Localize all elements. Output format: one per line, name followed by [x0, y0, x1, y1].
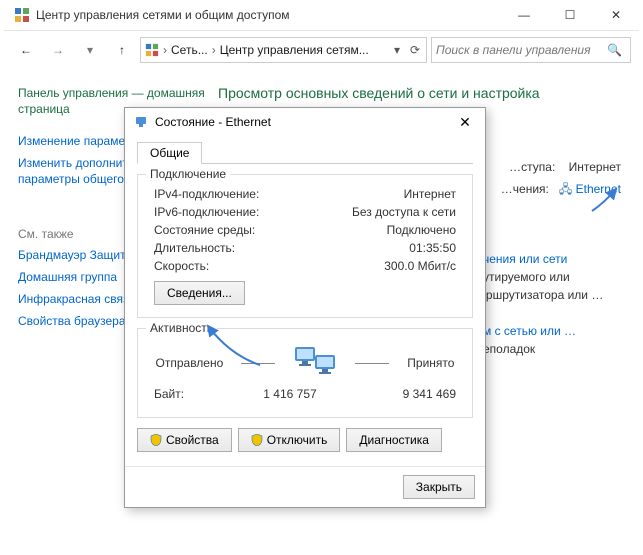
control-panel-icon — [14, 7, 30, 23]
ethernet-status-dialog: Состояние - Ethernet ✕ Общие Подключение… — [124, 107, 486, 508]
dialog-tabs: Общие — [137, 142, 473, 164]
minimize-button[interactable]: — — [501, 0, 547, 30]
received-label: Принято — [407, 356, 454, 370]
duration-label: Длительность: — [154, 241, 235, 255]
chevron-right-icon: › — [212, 43, 216, 57]
activity-group: Активность Отправлено — [137, 328, 473, 418]
speed-value: 300.0 Мбит/с — [384, 259, 456, 273]
ethernet-icon: 🖧 — [559, 182, 572, 196]
history-dropdown[interactable]: ▾ — [76, 37, 104, 63]
dialog-close-button[interactable]: ✕ — [449, 110, 481, 134]
ethernet-icon — [133, 114, 149, 130]
nav-row: ← → ▾ ↑ › Сеть... › Центр управления сет… — [4, 31, 639, 67]
up-button[interactable]: ↑ — [108, 37, 136, 63]
titlebar: Центр управления сетями и общим доступом… — [4, 0, 639, 31]
tasks-block: …чения или сети …утируемого или маршрути… — [471, 250, 621, 358]
connection-group: Подключение IPv4-подключение:Интернет IP… — [137, 174, 473, 318]
dialog-title: Состояние - Ethernet — [155, 115, 449, 129]
duration-value: 01:35:50 — [409, 241, 456, 255]
dialog-close-bottom-button[interactable]: Закрыть — [403, 475, 475, 499]
breadcrumb-segment[interactable]: Сеть... — [171, 43, 208, 57]
ethernet-link[interactable]: Ethernet — [576, 182, 621, 196]
disable-button[interactable]: Отключить — [238, 428, 341, 452]
details-button[interactable]: Сведения... — [154, 281, 245, 305]
chevron-right-icon: › — [163, 43, 167, 57]
window-title: Центр управления сетями и общим доступом — [36, 8, 501, 22]
ipv6-value: Без доступа к сети — [352, 205, 456, 219]
ipv6-label: IPv6-подключение: — [154, 205, 259, 219]
forward-button[interactable]: → — [44, 37, 72, 63]
search-placeholder: Поиск в панели управления — [436, 43, 591, 57]
disable-button-label: Отключить — [267, 433, 328, 447]
media-state-value: Подключено — [387, 223, 456, 237]
divider-line — [355, 363, 389, 364]
properties-button[interactable]: Свойства — [137, 428, 232, 452]
dialog-titlebar: Состояние - Ethernet ✕ — [125, 108, 485, 136]
troubleshoot-desc: …еполадок — [471, 340, 621, 358]
refresh-button[interactable]: ⟳ — [408, 43, 422, 57]
media-state-label: Состояние среды: — [154, 223, 255, 237]
search-icon: 🔍 — [607, 43, 622, 57]
computers-icon — [293, 345, 337, 381]
search-input[interactable]: Поиск в панели управления 🔍 — [431, 37, 631, 63]
back-button[interactable]: ← — [12, 37, 40, 63]
divider-line — [241, 363, 275, 364]
connection-group-label: Подключение — [146, 167, 230, 181]
breadcrumb-segment[interactable]: Центр управления сетям... — [220, 43, 369, 57]
ipv4-value: Интернет — [404, 187, 456, 201]
properties-button-label: Свойства — [166, 433, 219, 447]
speed-label: Скорость: — [154, 259, 209, 273]
window-close-button[interactable]: ✕ — [593, 0, 639, 30]
setup-connection-desc: …утируемого или маршрутизатора или … — [471, 268, 621, 304]
bytes-received-value: 9 341 469 — [356, 387, 456, 401]
sent-label: Отправлено — [156, 356, 224, 370]
connections-label: …чения: — [501, 182, 549, 196]
maximize-button[interactable]: ☐ — [547, 0, 593, 30]
ipv4-label: IPv4-подключение: — [154, 187, 259, 201]
bytes-sent-value: 1 416 757 — [224, 387, 356, 401]
activity-group-label: Активность — [146, 321, 217, 335]
connection-summary: …ступа: Интернет …чения: 🖧 Ethernet — [501, 156, 621, 200]
access-type-value: Интернет — [569, 160, 621, 174]
address-bar[interactable]: › Сеть... › Центр управления сетям... ▾ … — [140, 37, 427, 63]
address-dropdown[interactable]: ▾ — [390, 43, 404, 57]
access-type-label: …ступа: — [509, 160, 555, 174]
diagnose-button[interactable]: Диагностика — [346, 428, 442, 452]
bytes-label: Байт: — [154, 387, 224, 401]
troubleshoot-link[interactable]: …м с сетью или … — [471, 324, 576, 338]
tab-general[interactable]: Общие — [137, 142, 202, 164]
address-icon — [145, 43, 159, 57]
